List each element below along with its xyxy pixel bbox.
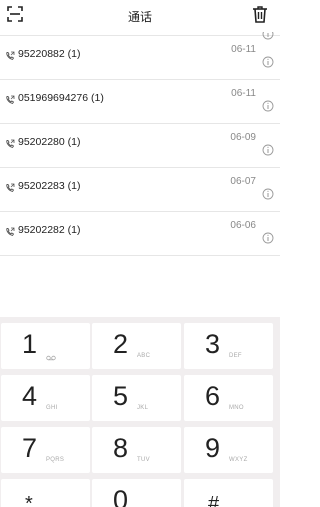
key-digit: 6: [205, 381, 221, 411]
key-3[interactable]: 3 DEF: [184, 323, 273, 369]
outgoing-call-icon: [6, 139, 15, 149]
call-date: 06-06: [230, 220, 256, 231]
key-letters: PQRS: [46, 457, 65, 463]
call-number: 95202280 (1): [18, 136, 81, 148]
call-number: 051969694276 (1): [18, 92, 104, 104]
call-log-list: 95220882 (1) 06-11 051969694276 (1) 06-1…: [0, 26, 280, 276]
key-5[interactable]: 5 JKL: [92, 375, 181, 421]
key-hash[interactable]: #: [184, 479, 273, 507]
key-4[interactable]: 4 GHI: [1, 375, 90, 421]
key-digit: 7: [22, 433, 38, 463]
info-icon[interactable]: [262, 56, 274, 68]
delete-icon[interactable]: [250, 4, 270, 24]
key-digit: 1: [22, 329, 38, 359]
call-number: 95220882 (1): [18, 48, 81, 60]
top-bar: 通话: [0, 0, 280, 32]
call-log-row[interactable]: 95202280 (1) 06-09: [0, 124, 280, 168]
key-digit: 4: [22, 381, 38, 411]
key-digit: *: [25, 493, 33, 507]
key-1[interactable]: 1: [1, 323, 90, 369]
key-letters: JKL: [137, 405, 149, 411]
info-icon[interactable]: [262, 144, 274, 156]
key-digit: 8: [113, 433, 129, 463]
key-digit: 9: [205, 433, 221, 463]
info-icon[interactable]: [262, 188, 274, 200]
info-icon[interactable]: [262, 232, 274, 244]
call-date: 06-07: [230, 176, 256, 187]
call-log-row[interactable]: 051969694276 (1) 06-11: [0, 80, 280, 124]
key-7[interactable]: 7 PQRS: [1, 427, 90, 473]
key-digit: 5: [113, 381, 129, 411]
outgoing-call-icon: [6, 227, 15, 237]
key-letters: ABC: [137, 353, 151, 359]
call-date: 06-11: [231, 88, 256, 99]
voicemail-icon: [46, 355, 56, 361]
page-title: 通话: [127, 10, 152, 24]
key-letters: TUV: [137, 457, 150, 463]
call-log-row[interactable]: 95202282 (1) 06-06: [0, 212, 280, 256]
info-icon[interactable]: [262, 100, 274, 112]
dialer-screen: 通话 95220882 (1) 06-11 051969694276 (1) 0…: [0, 0, 280, 507]
key-letters: WXYZ: [229, 457, 248, 463]
key-6[interactable]: 6 MNO: [184, 375, 273, 421]
key-8[interactable]: 8 TUV: [92, 427, 181, 473]
call-number: 95202283 (1): [18, 180, 81, 192]
key-digit: #: [208, 493, 220, 507]
outgoing-call-icon: [6, 95, 15, 105]
key-letters: DEF: [229, 353, 242, 359]
outgoing-call-icon: [6, 51, 15, 61]
key-digit: 2: [113, 329, 129, 359]
key-letters: GHI: [46, 405, 58, 411]
key-9[interactable]: 9 WXYZ: [184, 427, 273, 473]
call-date: 06-11: [231, 44, 256, 55]
call-log-row[interactable]: 95202283 (1) 06-07: [0, 168, 280, 212]
call-number: 95202282 (1): [18, 224, 81, 236]
key-0[interactable]: 0 +: [92, 479, 181, 507]
key-digit: 3: [205, 329, 221, 359]
outgoing-call-icon: [6, 183, 15, 193]
key-2[interactable]: 2 ABC: [92, 323, 181, 369]
key-star[interactable]: *: [1, 479, 90, 507]
key-letters: MNO: [229, 405, 244, 411]
call-log-row[interactable]: 95220882 (1) 06-11: [0, 36, 280, 80]
key-digit: 0: [113, 485, 129, 507]
call-date: 06-09: [230, 132, 256, 143]
dial-keypad: 1 2 ABC 3 DEF 4 GHI 5 JKL 6 MNO 7 PQRS 8…: [0, 317, 280, 507]
